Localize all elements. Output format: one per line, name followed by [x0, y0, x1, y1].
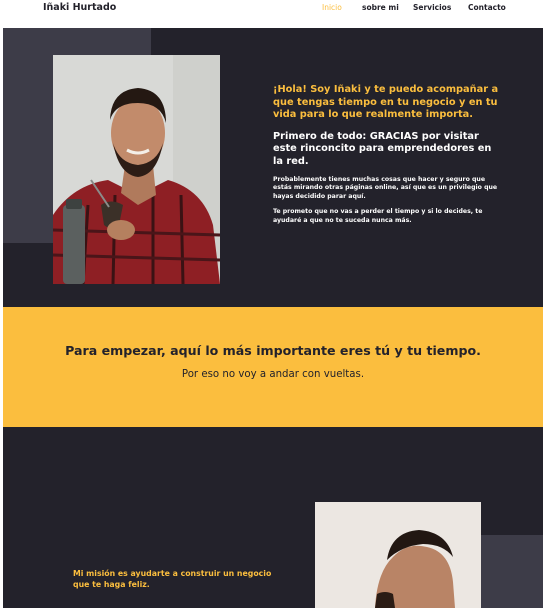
hero-section: ¡Hola! Soy Iñaki y te puedo acompañar a …: [3, 28, 543, 307]
site-header: Iñaki Hurtado Inicio sobre mi Servicios …: [0, 0, 543, 28]
nav-link-sobre-mi[interactable]: sobre mi: [362, 3, 399, 12]
nav-link-inicio[interactable]: Inicio: [322, 3, 342, 12]
mission-portrait-photo: [315, 502, 481, 608]
mission-photo-illustration: [315, 502, 481, 608]
hero-text-block: ¡Hola! Soy Iñaki y te puedo acompañar a …: [273, 84, 503, 225]
nav-link-servicios[interactable]: Servicios: [413, 3, 451, 12]
brand-logo-text[interactable]: Iñaki Hurtado: [43, 2, 116, 13]
hero-paragraph-2: Te prometo que no vas a perder el tiempo…: [273, 208, 483, 224]
band-subtitle: Por eso no voy a andar con vueltas.: [181, 369, 365, 380]
mission-section: Mi misión es ayudarte a construir un neg…: [3, 427, 543, 608]
mission-decor-block: [481, 535, 543, 608]
intro-band: Para empezar, aquí lo más importante ere…: [3, 307, 543, 427]
hero-greeting: ¡Hola! Soy Iñaki y te puedo acompañar a …: [273, 84, 499, 121]
hero-paragraph-1: Probablemente tienes muchas cosas que ha…: [273, 176, 498, 200]
mission-title: Mi misión es ayudarte a construir un neg…: [73, 569, 272, 589]
hero-portrait-photo: [53, 55, 220, 284]
nav-link-contacto[interactable]: Contacto: [468, 3, 506, 12]
band-title: Para empezar, aquí lo más importante ere…: [65, 343, 481, 358]
portrait-illustration: [53, 55, 220, 284]
hero-thanks: Primero de todo: GRACIAS por visitar est…: [273, 130, 492, 167]
